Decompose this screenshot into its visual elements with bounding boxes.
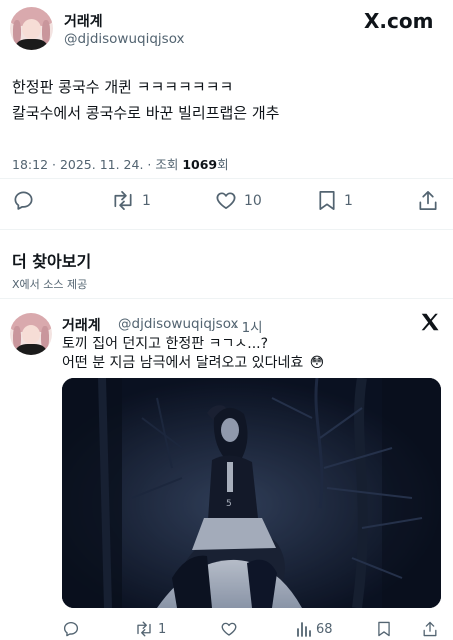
reply-button[interactable]: [62, 620, 80, 638]
tweet-action-bar: 1 10 1: [0, 186, 453, 216]
retweet-icon: [114, 191, 132, 210]
divider: [0, 229, 453, 230]
retweet-icon: [137, 621, 151, 637]
retweet-button[interactable]: 1: [134, 620, 166, 638]
x-logo-text: X.com: [364, 9, 434, 33]
share-button[interactable]: [422, 620, 438, 638]
reply-icon: [63, 621, 79, 637]
views-button[interactable]: 68: [296, 620, 333, 638]
bookmark-icon: [319, 191, 335, 210]
author-name[interactable]: 거래계: [62, 315, 101, 335]
share-button[interactable]: [417, 189, 439, 212]
divider: [0, 178, 453, 179]
like-button[interactable]: 10: [214, 189, 262, 212]
share-icon: [423, 621, 437, 637]
author-handle[interactable]: @djdisowuqiqjsox: [118, 316, 239, 332]
tweet-timestamp[interactable]: 18:12 · 2025. 11. 24. · 조회: [12, 157, 182, 172]
share-icon: [419, 191, 437, 210]
author-name[interactable]: 거래계: [64, 11, 103, 31]
bookmark-count: 1: [344, 192, 353, 209]
like-icon: [221, 622, 237, 636]
section-title: 더 찾아보기: [12, 252, 92, 271]
views-count: 68: [316, 621, 333, 637]
suggested-text-line-2-wrap: 어떤 분 지금 남극에서 달려오고 있다네효 😳: [62, 352, 324, 374]
main-tweet-header: 거래계 @djdisowuqiqjsox X.com: [0, 0, 453, 58]
reply-button[interactable]: [12, 189, 35, 212]
suggested-action-bar: 1 68: [0, 619, 453, 639]
reply-icon: [14, 191, 33, 210]
tweet-text-line-1: 한정판 콩국수 개퀸 ㅋㅋㅋㅋㅋㅋㅋ: [12, 78, 234, 96]
suggested-text-line-2: 어떤 분 지금 남극에서 달려오고 있다네효: [62, 355, 304, 371]
author-handle[interactable]: @djdisowuqiqjsox: [64, 31, 185, 47]
tweet-meta: 18:12 · 2025. 11. 24. · 조회 1069회: [12, 154, 229, 173]
retweet-button[interactable]: 1: [110, 189, 151, 212]
media-image[interactable]: 5: [62, 378, 441, 608]
night-forest-photo: 5: [62, 378, 441, 608]
view-count: 1069: [182, 157, 218, 172]
retweet-count: 1: [142, 192, 151, 209]
avatar[interactable]: [10, 313, 52, 355]
bookmark-button[interactable]: 1: [316, 189, 353, 212]
view-count-suffix: 회: [217, 157, 229, 172]
like-icon: [216, 192, 236, 210]
views-icon: [297, 622, 311, 637]
bookmark-button[interactable]: [376, 620, 392, 638]
x-logo-icon: [419, 311, 441, 337]
section-subtitle: X에서 소스 제공: [12, 278, 88, 291]
divider: [0, 298, 453, 299]
like-button[interactable]: [220, 620, 238, 638]
x-logo: X.com: [364, 9, 433, 33]
tweet-text-line-2: 칼국수에서 콩국수로 바꾼 빌리프랩은 개추: [12, 104, 280, 122]
retweet-count: 1: [158, 621, 167, 637]
flushed-emoji: 😳: [309, 355, 325, 371]
like-count: 10: [244, 192, 262, 209]
bookmark-icon: [378, 621, 390, 637]
avatar[interactable]: [10, 7, 53, 50]
